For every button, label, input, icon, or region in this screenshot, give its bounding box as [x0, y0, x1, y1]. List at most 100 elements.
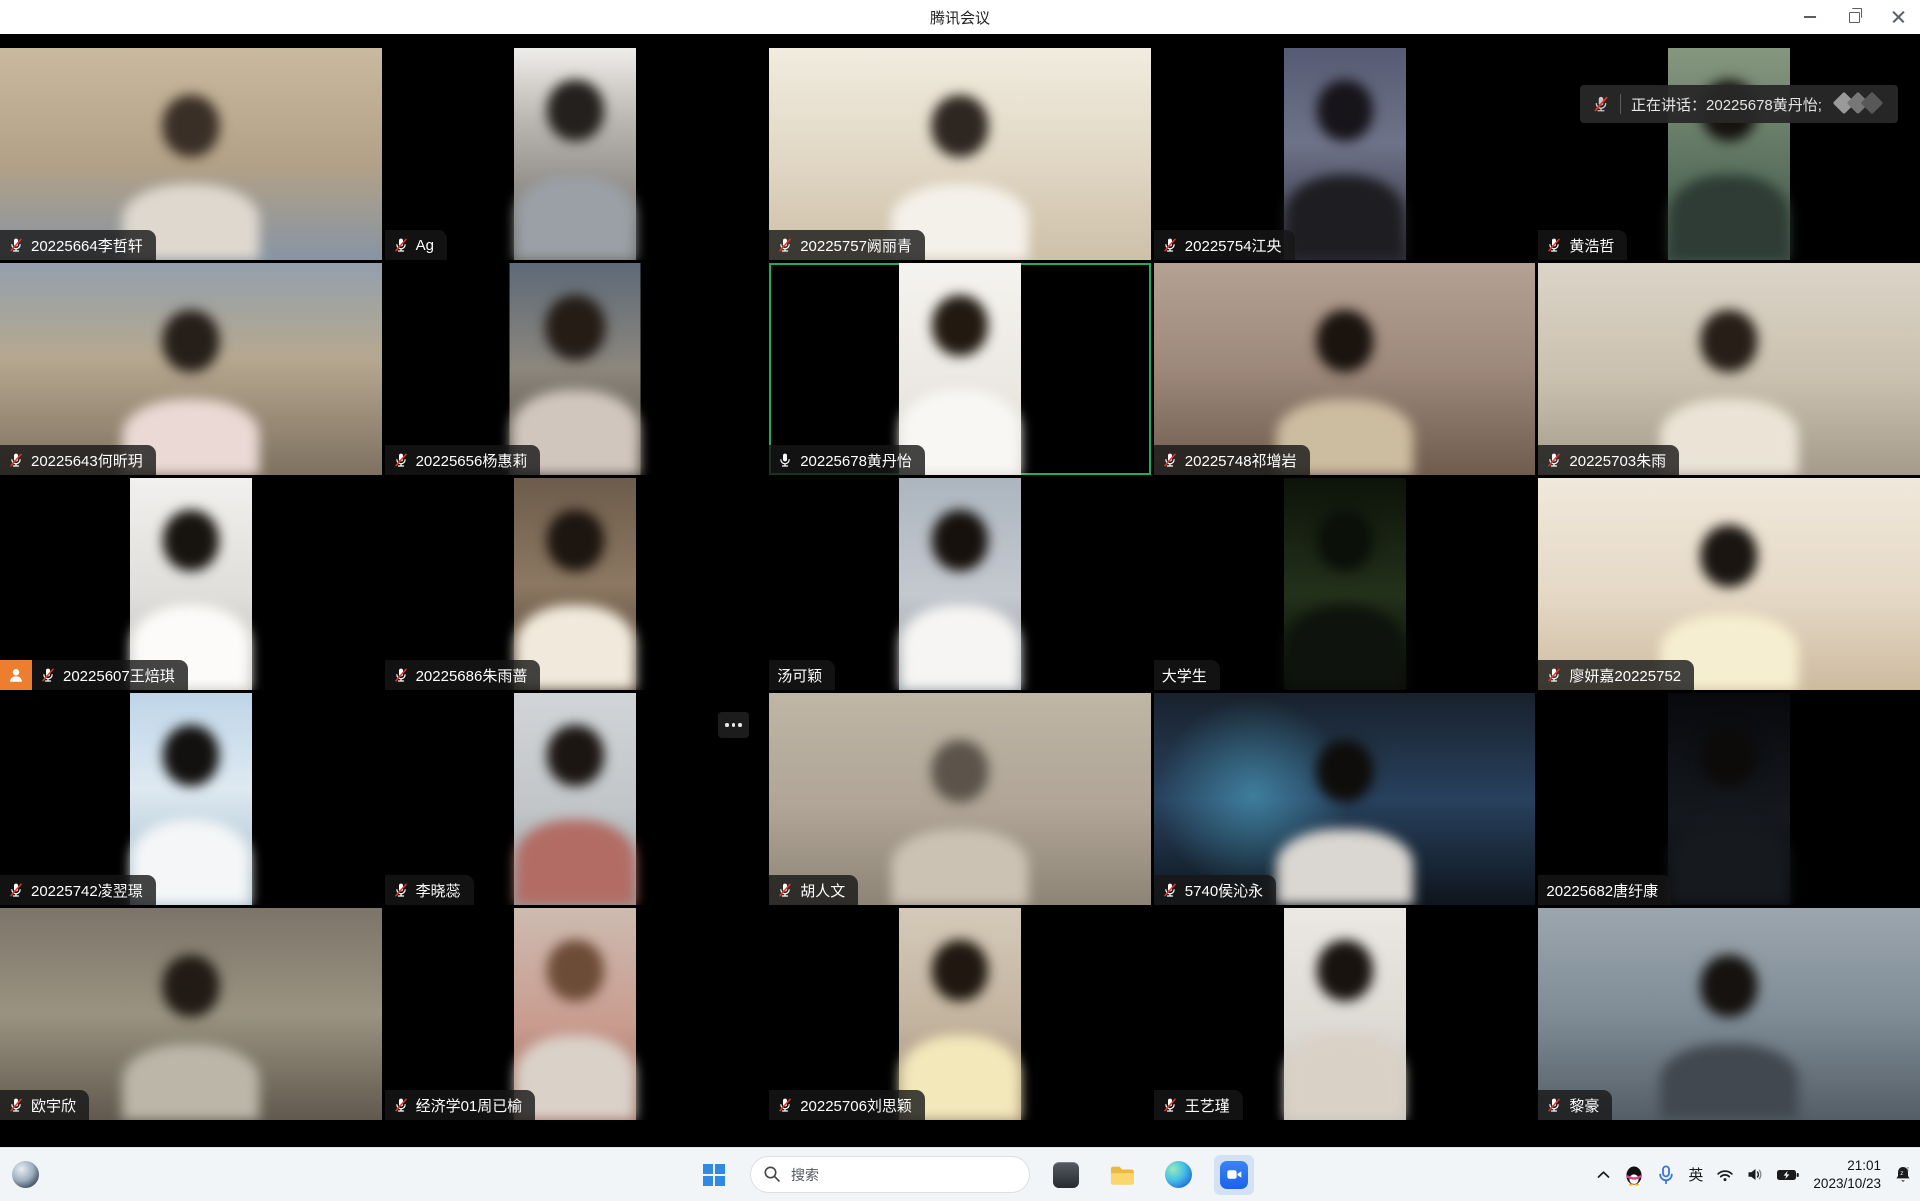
participant-video	[130, 693, 252, 905]
participant-bottombar: 20225742凌翌璟	[0, 875, 156, 905]
participant-video	[899, 908, 1021, 1120]
participant-bottombar: 20225643何昕玥	[0, 445, 156, 475]
participant-video	[1154, 263, 1536, 475]
participant-name: 20225664李哲轩	[31, 235, 143, 256]
guest-avatar-badge	[0, 660, 32, 690]
participant-tile[interactable]: 20225706刘思颖	[769, 908, 1151, 1120]
more-options-icon	[725, 723, 729, 727]
mic-muted-icon	[1162, 1097, 1178, 1113]
participant-nameplate: 王艺瑾	[1154, 1090, 1243, 1120]
participant-name: 经济学01周已榆	[416, 1095, 523, 1116]
participant-tile[interactable]: 20225682唐纡康	[1538, 693, 1920, 905]
participant-bottombar: 廖妍嘉20225752	[1538, 660, 1694, 690]
participant-bottombar: 20225678黄丹怡	[769, 445, 925, 475]
participant-tile[interactable]: 20225754江央	[1154, 48, 1536, 260]
participant-tile[interactable]: 20225757阙丽青	[769, 48, 1151, 260]
taskbar-file-explorer[interactable]	[1102, 1155, 1142, 1195]
participant-bottombar: 5740侯沁永	[1154, 875, 1276, 905]
participant-name: 黄浩哲	[1569, 235, 1614, 256]
participant-nameplate: 20225643何昕玥	[0, 445, 156, 475]
banner-divider	[1620, 94, 1621, 114]
participant-video	[899, 263, 1021, 475]
restore-button[interactable]	[1832, 0, 1876, 34]
person-icon	[7, 666, 25, 684]
participant-nameplate: 20225678黄丹怡	[769, 445, 925, 475]
participant-tile[interactable]: 欧宇欣	[0, 908, 382, 1120]
participant-name: 胡人文	[800, 880, 845, 901]
participant-tile[interactable]: 20225607王焙琪	[0, 478, 382, 690]
participant-tile[interactable]: 王艺瑾	[1154, 908, 1536, 1120]
participant-bottombar: 20225656杨惠莉	[385, 445, 541, 475]
participant-nameplate: 20225748祁增岩	[1154, 445, 1310, 475]
participant-tile[interactable]: 20225748祁增岩	[1154, 263, 1536, 475]
participant-tile[interactable]: 5740侯沁永	[1154, 693, 1536, 905]
participant-tile[interactable]: 李晓蕊	[385, 693, 767, 905]
tile-more-options-button[interactable]	[718, 712, 749, 738]
participant-name: 黎豪	[1569, 1095, 1599, 1116]
participant-nameplate: 20225682唐纡康	[1538, 875, 1671, 905]
participant-tile[interactable]: 20225656杨惠莉	[385, 263, 767, 475]
participant-nameplate: 欧宇欣	[0, 1090, 89, 1120]
participant-tile[interactable]: 汤可颖	[769, 478, 1151, 690]
tray-chevron-up-icon[interactable]	[1596, 1169, 1611, 1181]
participant-tile[interactable]: 大学生	[1154, 478, 1536, 690]
mic-muted-icon	[8, 452, 24, 468]
participant-bottombar: 大学生	[1154, 660, 1220, 690]
taskbar-widget-icon[interactable]	[12, 1161, 39, 1188]
participant-name: 廖妍嘉20225752	[1569, 665, 1681, 686]
mic-muted-icon	[393, 1097, 409, 1113]
participant-tile[interactable]: 黎豪	[1538, 908, 1920, 1120]
participant-tile[interactable]: 20225664李哲轩	[0, 48, 382, 260]
mic-muted-icon	[8, 882, 24, 898]
participant-bottombar: 20225607王焙琪	[0, 660, 188, 690]
mic-muted-icon	[393, 882, 409, 898]
tray-battery-icon[interactable]	[1776, 1166, 1800, 1184]
participant-name: 20225703朱雨	[1569, 450, 1666, 471]
participant-tile[interactable]: 20225643何昕玥	[0, 263, 382, 475]
participant-tile[interactable]: 经济学01周已榆	[385, 908, 767, 1120]
participant-nameplate: 黄浩哲	[1538, 230, 1627, 260]
participant-tile[interactable]: 20225678黄丹怡	[769, 263, 1151, 475]
tray-qq-icon[interactable]	[1624, 1164, 1644, 1186]
tray-volume-icon[interactable]	[1747, 1167, 1763, 1182]
participant-name: 大学生	[1162, 665, 1207, 686]
participant-video	[1538, 908, 1920, 1120]
meeting-stage: 20225664李哲轩 Ag	[0, 34, 1920, 1147]
participant-tile[interactable]: 胡人文	[769, 693, 1151, 905]
participant-nameplate: 20225607王焙琪	[32, 660, 188, 690]
minimize-button[interactable]	[1788, 0, 1832, 34]
start-button[interactable]	[694, 1155, 734, 1195]
minimize-icon	[1804, 16, 1816, 18]
search-input[interactable]	[750, 1156, 1030, 1193]
tray-language-indicator[interactable]: 英	[1688, 1164, 1703, 1185]
participant-tile[interactable]: 20225703朱雨	[1538, 263, 1920, 475]
participant-name: 汤可颖	[777, 665, 822, 686]
participant-tile[interactable]: 廖妍嘉20225752	[1538, 478, 1920, 690]
tray-wifi-icon[interactable]	[1716, 1167, 1734, 1182]
participant-bottombar: 20225754江央	[1154, 230, 1295, 260]
participant-tile[interactable]: Ag	[385, 48, 767, 260]
svg-text:z: z	[1907, 1166, 1910, 1172]
tray-microphone-icon[interactable]	[1657, 1165, 1675, 1185]
mic-muted-icon	[1592, 95, 1610, 113]
participant-tile[interactable]: 黄浩哲	[1538, 48, 1920, 260]
tray-notification-bell-icon[interactable]: z z	[1894, 1165, 1912, 1185]
mic-muted-icon	[777, 1097, 793, 1113]
participant-name: 20225686朱雨蔷	[416, 665, 528, 686]
participant-name: 20225678黄丹怡	[800, 450, 912, 471]
taskbar-tencent-meeting[interactable]	[1214, 1155, 1254, 1195]
participant-bottombar: 李晓蕊	[385, 875, 474, 905]
taskbar-edge-browser[interactable]	[1158, 1155, 1198, 1195]
taskbar-app-window[interactable]	[1046, 1155, 1086, 1195]
participant-tile[interactable]: 20225742凌翌璟	[0, 693, 382, 905]
participant-video	[514, 908, 636, 1120]
participant-video	[514, 693, 636, 905]
restore-icon	[1849, 12, 1860, 23]
participant-nameplate: 20225686朱雨蔷	[385, 660, 541, 690]
participant-video	[1668, 48, 1790, 260]
mic-on-icon	[777, 452, 793, 468]
close-button[interactable]	[1876, 0, 1920, 34]
participant-tile[interactable]: 20225686朱雨蔷	[385, 478, 767, 690]
taskbar-search[interactable]	[750, 1156, 1030, 1193]
tray-clock[interactable]: 21:01 2023/10/23	[1813, 1157, 1881, 1192]
